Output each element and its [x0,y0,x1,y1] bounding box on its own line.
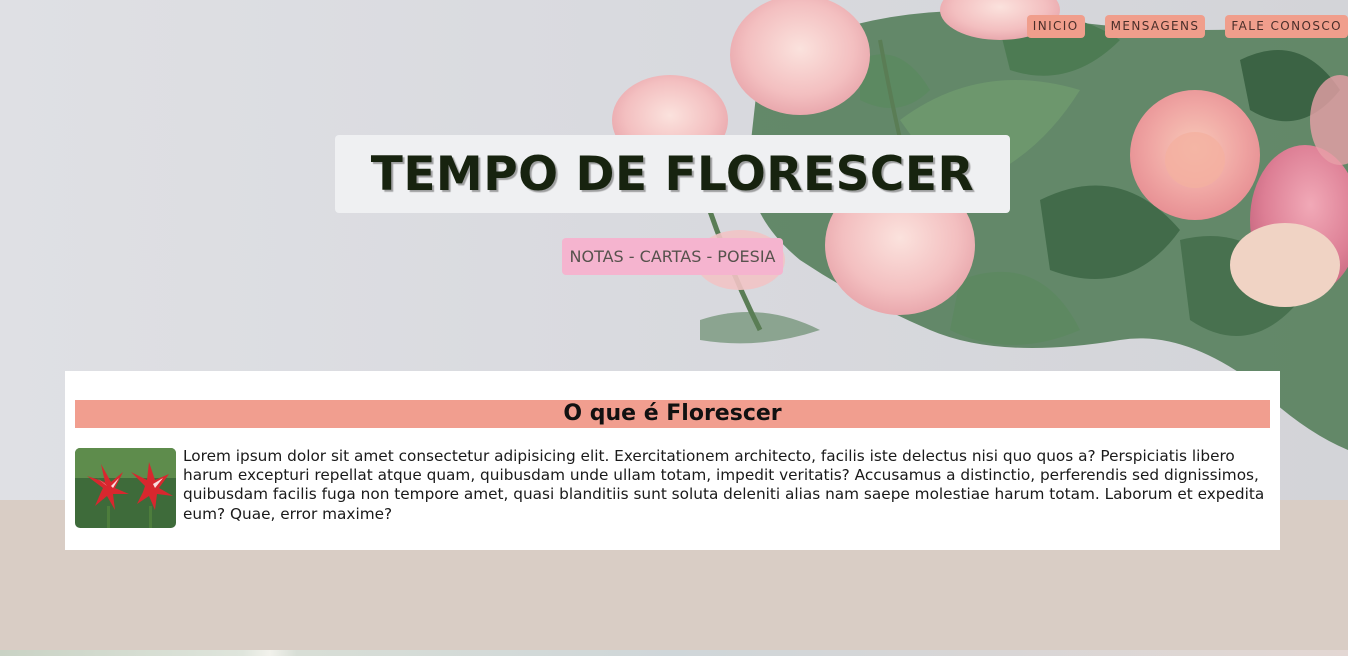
top-navigation: INICIO MENSAGENS FALE CONOSCO [1026,15,1348,38]
card-heading: O que é Florescer [75,400,1270,428]
amaryllis-flower-image [75,448,176,528]
card-paragraph: Lorem ipsum dolor sit amet consectetur a… [183,447,1265,523]
footer-strip [0,650,1348,656]
site-title-box: TEMPO DE FLORESCER [335,135,1010,213]
content-card: O que é Florescer Lorem ipsum dolor sit … [65,371,1280,550]
nav-inicio-button[interactable]: INICIO [1026,15,1085,38]
site-title: TEMPO DE FLORESCER [370,146,975,202]
nav-mensagens-button[interactable]: MENSAGENS [1104,15,1206,38]
site-subtitle: NOTAS - CARTAS - POESIA [562,238,783,275]
nav-fale-conosco-button[interactable]: FALE CONOSCO [1225,15,1348,38]
card-body: Lorem ipsum dolor sit amet consectetur a… [75,447,1270,528]
